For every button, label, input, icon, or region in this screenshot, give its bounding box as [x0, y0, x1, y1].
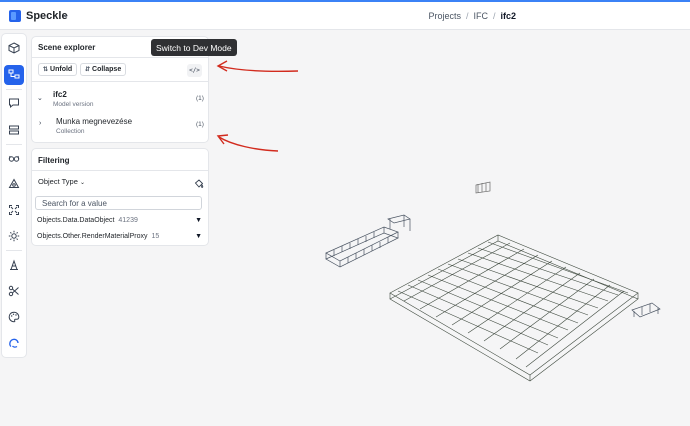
fit-screen-icon[interactable]: [4, 200, 24, 220]
filtering-title: Filtering: [38, 156, 70, 165]
tree-item-name[interactable]: ifc2: [53, 90, 67, 99]
chevron-down-icon: ⌄: [79, 180, 86, 186]
filter-row-label: Objects.Data.DataObject: [37, 217, 115, 224]
paint-bucket-icon[interactable]: [194, 176, 204, 194]
dev-mode-tooltip: Switch to Dev Mode: [151, 39, 237, 56]
unfold-icon: ⇅: [43, 67, 49, 73]
unfold-label: Unfold: [50, 66, 73, 73]
tree-item-count: (1): [196, 95, 204, 102]
filter-row[interactable]: Objects.Data.DataObject 41239 ▼: [37, 217, 202, 224]
filter-row-count: 41239: [118, 217, 138, 224]
breadcrumb-separator: /: [465, 11, 469, 21]
rail-divider: [6, 144, 22, 145]
breadcrumb-project[interactable]: IFC: [473, 11, 488, 21]
side-annex: [631, 302, 661, 318]
measure-icon[interactable]: [4, 255, 24, 275]
unfold-button[interactable]: ⇅ Unfold: [38, 63, 78, 76]
scene-tree-icon[interactable]: [4, 65, 24, 85]
filter-row-count: 15: [151, 233, 160, 240]
property-label: Object Type: [38, 177, 78, 186]
chevron-right-icon[interactable]: ›: [39, 120, 41, 127]
divider: [32, 170, 208, 171]
top-bar: Speckle ⌄ Projects / IFC / ifc2: [0, 0, 690, 30]
bridge-structure: [325, 214, 411, 268]
light-icon[interactable]: [4, 226, 24, 246]
collapse-button[interactable]: ⇵ Collapse: [80, 63, 127, 76]
chevron-down-icon[interactable]: ⌄: [62, 9, 70, 20]
speckle-logo[interactable]: [9, 10, 21, 22]
annotation-arrow-dev-mode: [218, 65, 299, 73]
annotation-arrowhead: [216, 134, 229, 145]
tree-item-count: (1): [196, 121, 204, 128]
annotation-arrow-tree: [218, 136, 279, 152]
views-icon[interactable]: [4, 174, 24, 194]
property-select[interactable]: Object Type ⌄: [38, 177, 85, 186]
tree-item-type: Collection: [56, 128, 85, 135]
tool-rail: [1, 33, 27, 358]
3d-model-viewport[interactable]: [320, 175, 670, 405]
filter-funnel-icon[interactable]: ▼: [195, 233, 202, 240]
speckle-ai-icon[interactable]: [4, 333, 24, 353]
breadcrumb-projects[interactable]: Projects: [428, 11, 461, 21]
annotation-arrowhead: [216, 60, 228, 72]
filter-funnel-icon[interactable]: ▼: [195, 217, 202, 224]
collapse-icon: ⇵: [85, 67, 91, 73]
glasses-icon[interactable]: [4, 148, 24, 168]
small-fragment: [475, 181, 491, 194]
tree-item-type: Model version: [53, 101, 94, 108]
filter-rows-icon[interactable]: [4, 120, 24, 140]
breadcrumb-model[interactable]: ifc2: [500, 11, 516, 21]
divider: [32, 81, 208, 82]
breadcrumb-separator: /: [492, 11, 496, 21]
divider: [32, 57, 208, 58]
tree-item-name[interactable]: Munka megnevezése: [56, 117, 132, 126]
comments-icon[interactable]: [4, 93, 24, 113]
rail-divider: [6, 250, 22, 251]
filter-row[interactable]: Objects.Other.RenderMaterialProxy 15 ▼: [37, 233, 202, 240]
collapse-label: Collapse: [92, 66, 122, 73]
palette-icon[interactable]: [4, 307, 24, 327]
breadcrumb: Projects / IFC / ifc2: [428, 11, 516, 21]
filter-row-label: Objects.Other.RenderMaterialProxy: [37, 233, 148, 240]
chevron-down-icon[interactable]: ⌄: [37, 94, 43, 102]
main-building: [389, 234, 639, 382]
code-icon: </>: [189, 67, 200, 74]
scissors-icon[interactable]: [4, 281, 24, 301]
rail-divider: [6, 89, 22, 90]
cube-icon[interactable]: [4, 38, 24, 58]
scene-explorer-title: Scene explorer: [38, 43, 96, 52]
filter-search-input[interactable]: [35, 196, 202, 210]
dev-mode-button[interactable]: </>: [187, 64, 202, 77]
